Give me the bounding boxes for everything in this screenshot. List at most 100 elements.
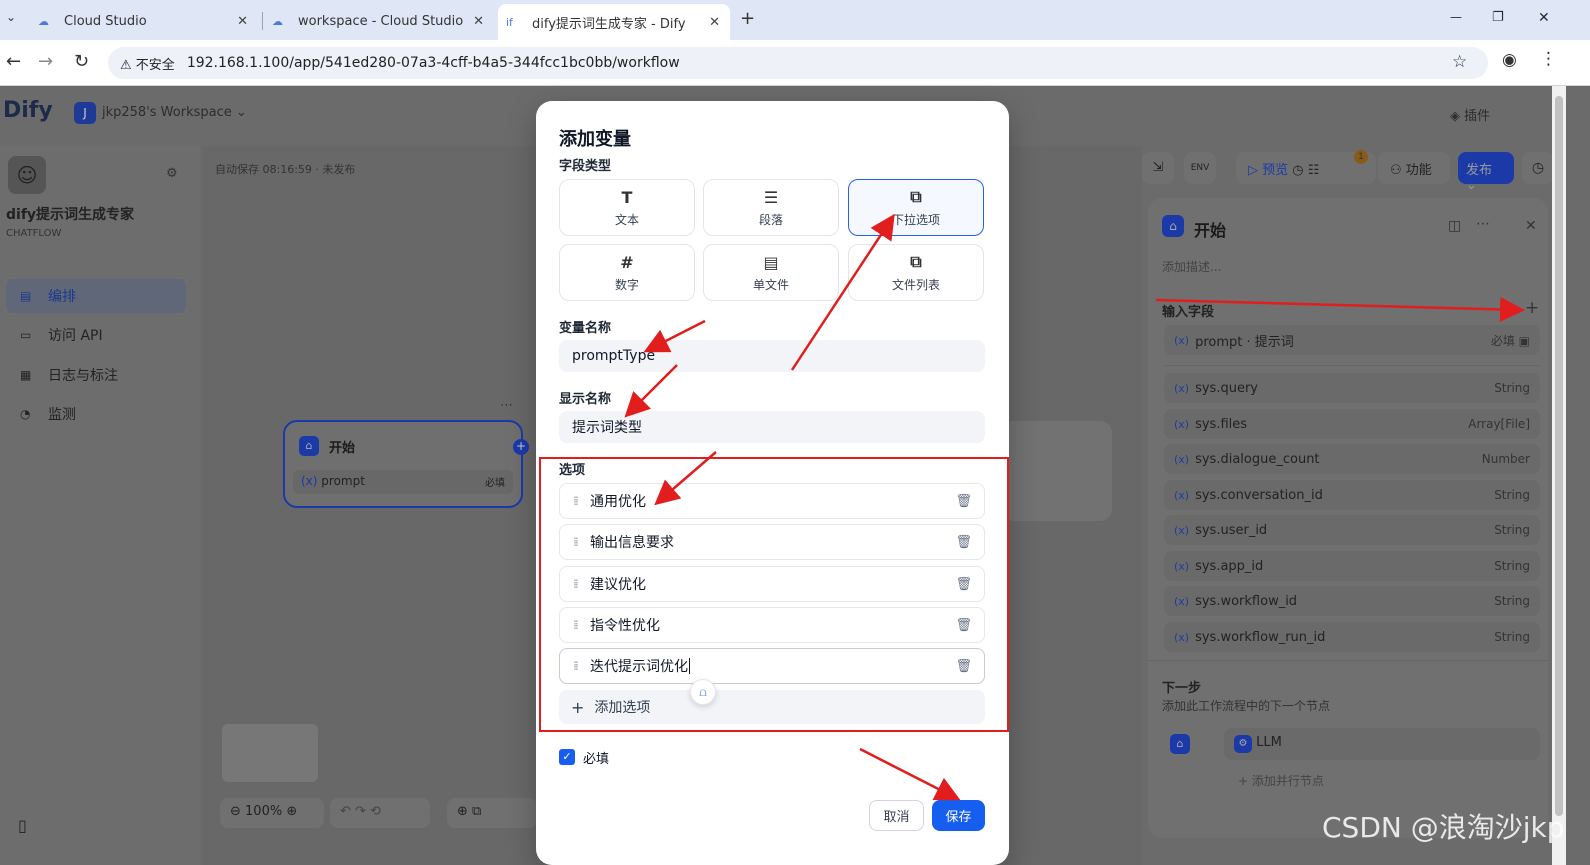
sidebar-settings-icon[interactable]: ⚙ [166,166,178,181]
sys-var-row: (x) sys.user_id String [1164,515,1540,545]
variable-icon: (x) [1174,488,1190,502]
close-tab-icon[interactable]: ✕ [473,14,484,29]
tab-dify[interactable]: if dify提示词生成专家 - Dify ✕ [498,4,730,40]
input-field-prompt[interactable]: (x) prompt · 提示词 必填 ▣ [1164,325,1540,355]
home-icon: ⌂ [299,436,319,456]
profile-icon[interactable]: ◉ [1502,50,1517,70]
layout-icon: ▤ [20,289,32,303]
address-bar: ← → ↻ ⚠ 不安全 192.168.1.100/app/541ed280-0… [0,40,1590,86]
app-type: CHATFLOW [6,228,62,239]
panel-more-icon[interactable]: ⋯ [1476,216,1490,232]
features-button[interactable]: ⚇ 功能 [1378,152,1450,184]
home-icon: ⌂ [1162,215,1184,237]
text-type-icon: T [621,187,633,207]
canvas-toolbar[interactable]: ↶ ↷ ⟲ [330,798,430,828]
sys-var-row: (x) sys.dialogue_count Number [1164,444,1540,474]
back-icon[interactable]: ← [6,51,21,72]
highlight-box [539,457,1009,732]
llm-icon: ⚙ [1234,735,1252,753]
tab-list-chevron-icon[interactable]: ⌄ [6,10,16,24]
display-name-input[interactable]: 提示词类型 [559,411,985,443]
field-type-single-file[interactable]: ▤ 单文件 [703,244,839,301]
monitor-icon: ◔ [20,407,31,421]
field-type-text[interactable]: T 文本 [559,179,695,236]
checklist-badge: 1 [1354,150,1368,164]
dify-favicon-icon: if [506,16,513,29]
start-node[interactable]: ⌂ 开始 (x) prompt 必填 + [283,420,529,508]
variable-icon: (x) [1174,594,1190,608]
tab-workspace[interactable]: ☁ workspace - Cloud Studio ✕ [264,6,494,36]
security-indicator[interactable]: ⚠ 不安全 [120,54,175,73]
history-icon[interactable]: ◷ [1522,152,1554,184]
cancel-button[interactable]: 取消 [869,800,924,831]
canvas-tools[interactable]: ⊕ ⧉ [447,798,537,828]
file-list-icon: ⧉ [910,252,922,271]
placeholder-node [1002,421,1112,521]
sys-var-row: (x) sys.files Array[File] [1164,409,1540,439]
url-box[interactable]: ⚠ 不安全 192.168.1.100/app/541ed280-07a3-4c… [108,47,1488,79]
next-node-llm[interactable]: ⚙ LLM [1224,728,1540,760]
app-name: dify提示词生成专家 [6,207,135,223]
sidebar-item-api[interactable]: ▭ 访问 API [6,318,186,352]
new-tab-button[interactable]: + [740,8,755,29]
zoom-control[interactable]: ⊖ 100% ⊕ [220,798,324,828]
browser-menu-icon[interactable]: ⋮ [1540,49,1557,69]
sidebar-item-orchestrate[interactable]: ▤ 编排 [6,279,186,313]
reload-icon[interactable]: ↻ [74,51,89,72]
close-tab-icon[interactable]: ✕ [709,15,720,30]
var-name-label: 变量名称 [559,321,612,336]
panel-layout-icon[interactable]: ◫ [1448,218,1461,234]
required-label: 必填 [583,752,610,767]
select-icon: ⧉ [910,187,922,206]
field-type-paragraph[interactable]: ☰ 段落 [703,179,839,236]
file-icon: ▤ [763,252,779,272]
add-parallel-node[interactable]: + 添加并行节点 [1224,766,1540,796]
panel-description[interactable]: 添加描述... [1162,258,1221,275]
node-more-icon[interactable]: ⋯ [500,398,513,413]
number-icon: # [620,252,634,272]
next-step-desc: 添加此工作流程中的下一个节点 [1162,699,1331,713]
field-type-file-list[interactable]: ⧉ 文件列表 [848,244,984,301]
next-step-title: 下一步 [1162,681,1202,696]
sys-var-row: (x) sys.workflow_run_id String [1164,622,1540,652]
minimize-button[interactable]: — [1450,10,1462,24]
close-window-button[interactable]: ✕ [1538,10,1550,26]
url-text[interactable]: 192.168.1.100/app/541ed280-07a3-4cff-b4a… [187,55,680,71]
env-icon[interactable]: ENV [1184,152,1216,184]
dify-logo[interactable]: Dify [3,98,53,123]
tab-cloud-studio[interactable]: ☁ Cloud Studio ✕ [30,6,258,36]
sidebar-item-logs[interactable]: ▦ 日志与标注 [6,358,186,392]
minimap [222,724,318,782]
collapse-sidebar-icon[interactable]: ▯ [18,816,27,835]
browser-tab-bar: ⌄ ☁ Cloud Studio ✕ ☁ workspace - Cloud S… [0,0,1590,40]
panel-close-icon[interactable]: ✕ [1525,218,1537,234]
publish-button[interactable]: 发布 ⌄ [1458,152,1514,193]
plugins-link[interactable]: ◈ 插件 [1450,105,1490,124]
start-node-var: (x) prompt 必填 [293,470,513,494]
page-scrollbar[interactable] [1552,86,1566,865]
checklist-icon[interactable]: ⇲ [1142,152,1174,184]
sys-var-row: (x) sys.query String [1164,373,1540,403]
scrollbar-thumb[interactable] [1555,96,1563,816]
bookmark-star-icon[interactable]: ☆ [1452,52,1467,72]
field-type-label: 字段类型 [559,159,612,174]
field-type-select[interactable]: ⧉ 下拉选项 [848,179,984,236]
forward-icon[interactable]: → [38,51,53,72]
field-type-number[interactable]: # 数字 [559,244,695,301]
save-button[interactable]: 保存 [932,800,985,831]
sidebar-item-monitor[interactable]: ◔ 监测 [6,397,186,431]
watermark: CSDN @浪淘沙jkp [1322,811,1565,844]
restore-button[interactable]: ❐ [1492,10,1504,25]
tab-separator [262,12,263,30]
divider [1164,365,1540,366]
variable-icon: (x) [1174,417,1190,431]
add-input-field-icon[interactable]: + [1525,298,1539,318]
var-name-input[interactable]: promptType [559,340,985,372]
required-checkbox[interactable]: ✓ [559,749,575,765]
add-node-handle[interactable]: + [513,439,529,455]
close-tab-icon[interactable]: ✕ [237,14,248,29]
log-icon: ▦ [20,368,32,382]
panel-title: 开始 [1194,221,1227,240]
autosave-status: 自动保存 08:16:59 · 未发布 [215,163,356,176]
workspace-selector[interactable]: jkp258's Workspace ⌄ [102,105,247,120]
